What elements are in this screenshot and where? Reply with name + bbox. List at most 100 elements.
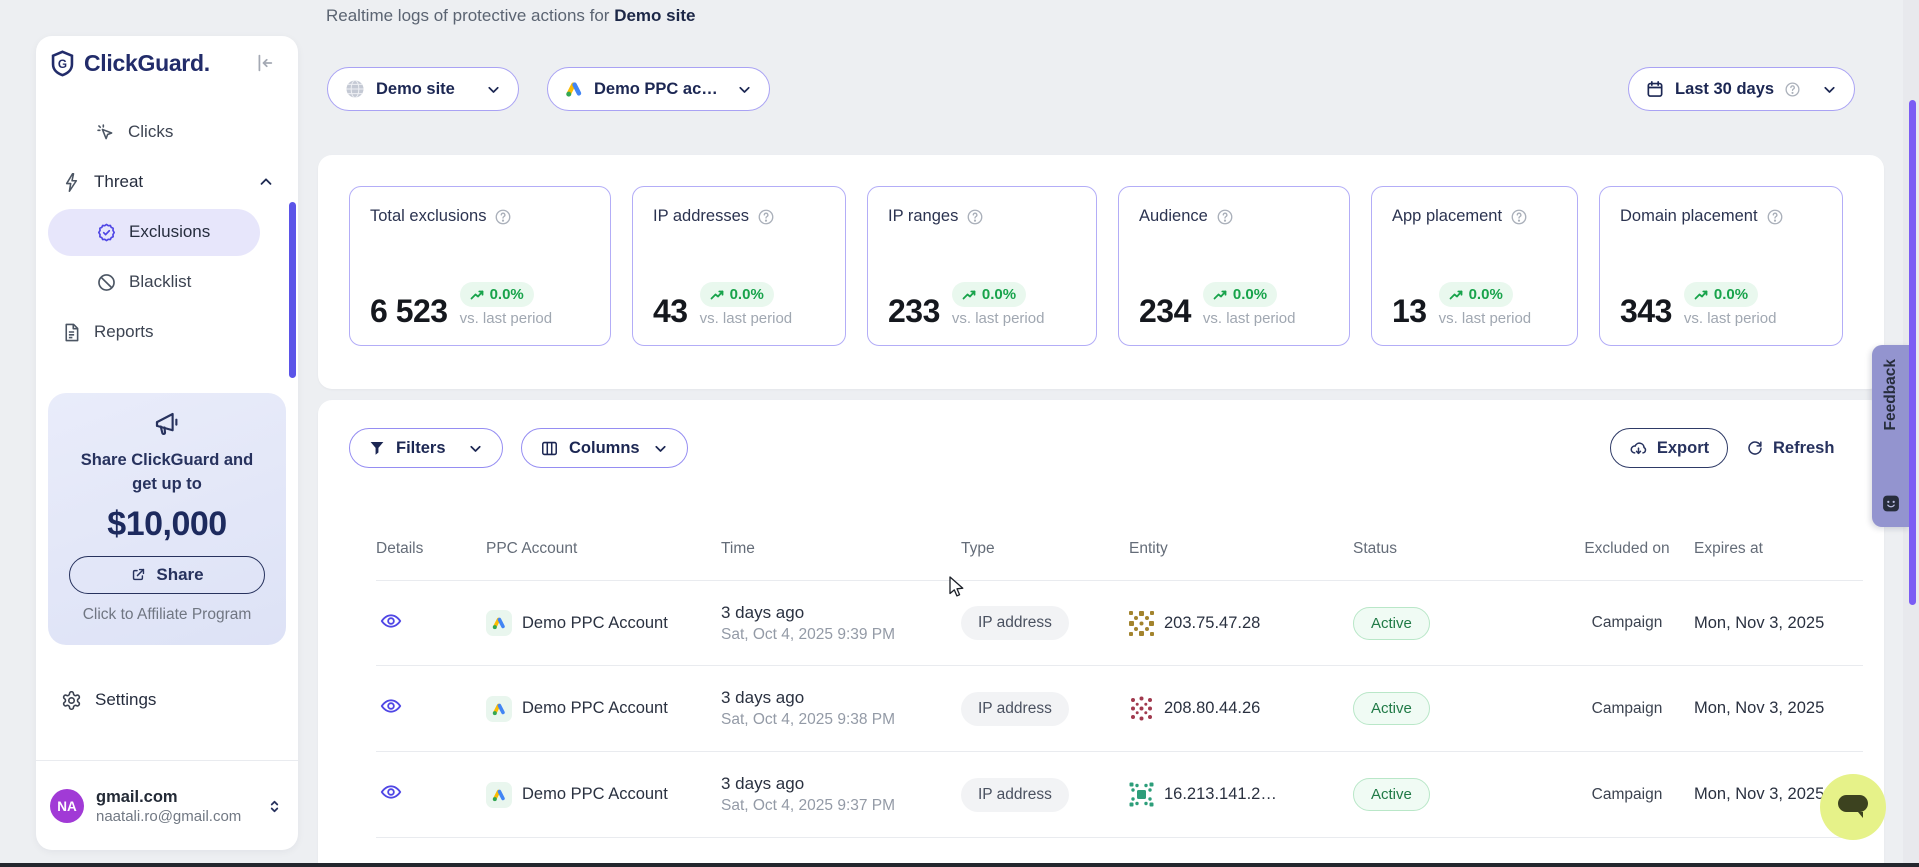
date-range-value: Last 30 days [1675, 80, 1774, 99]
column-header-time: Time [721, 539, 961, 560]
export-button[interactable]: Export [1610, 428, 1728, 468]
type-badge: IP address [961, 606, 1069, 640]
entity-value: 208.80.44.26 [1164, 699, 1260, 718]
calendar-icon [1645, 79, 1665, 99]
entity-identicon [1129, 696, 1154, 721]
stat-value: 43 [653, 295, 688, 327]
stat-delta: 0.0% [1714, 286, 1748, 303]
page-scrollbar-thumb[interactable] [1909, 100, 1916, 605]
stat-label: IP addresses [653, 207, 749, 226]
time-relative: 3 days ago [721, 603, 961, 623]
feedback-tab[interactable]: Feedback [1872, 345, 1910, 527]
chevron-down-icon [736, 81, 753, 98]
stat-label: IP ranges [888, 207, 958, 226]
export-button-label: Export [1657, 439, 1709, 458]
trend-up-icon [962, 288, 977, 301]
funnel-icon [368, 439, 386, 457]
chat-widget-button[interactable] [1820, 774, 1886, 840]
trend-up-icon [1449, 288, 1464, 301]
avatar: NA [50, 789, 84, 823]
help-icon [1216, 208, 1234, 226]
sidebar-scrollbar[interactable] [289, 202, 296, 378]
stats-panel: Total exclusions 6 523 0.0% vs. last per… [318, 155, 1884, 389]
date-range-selector[interactable]: Last 30 days [1628, 67, 1855, 111]
site-selector[interactable]: Demo site [327, 67, 519, 111]
sidebar-item-settings[interactable]: Settings [61, 680, 156, 720]
columns-button[interactable]: Columns [521, 428, 688, 468]
stat-value: 234 [1139, 295, 1191, 327]
sidebar-item-threat[interactable]: Threat [61, 162, 275, 202]
columns-button-label: Columns [569, 439, 640, 458]
filters-button[interactable]: Filters [349, 428, 503, 468]
sidebar-item-clicks[interactable]: Clicks [95, 112, 173, 152]
view-details-eye-icon[interactable] [380, 695, 402, 717]
stat-card-domain-placement: Domain placement 343 0.0% vs. last perio… [1599, 186, 1843, 346]
stat-value: 343 [1620, 295, 1672, 327]
sidebar-collapse-icon[interactable] [253, 52, 275, 74]
refresh-button-label: Refresh [1773, 439, 1834, 458]
table-row[interactable]: Demo PPC Account 3 days ago Sat, Oct 4, 2… [376, 666, 1863, 752]
globe-icon [344, 78, 366, 100]
sidebar-item-label: Exclusions [129, 222, 210, 242]
stat-card-ip-addresses: IP addresses 43 0.0% vs. last period [632, 186, 846, 346]
help-icon [1784, 81, 1801, 98]
window-bottom-edge [0, 863, 1919, 867]
document-icon [61, 322, 82, 343]
promo-title: Share ClickGuard and get up to [72, 449, 262, 497]
sidebar-item-label: Blacklist [129, 272, 191, 292]
exclusions-table-panel: Filters Columns Export Refresh [318, 400, 1884, 867]
google-ads-icon [486, 696, 512, 722]
affiliate-promo-card[interactable]: Share ClickGuard and get up to $10,000 S… [48, 393, 286, 645]
sidebar-item-blacklist[interactable]: Blacklist [96, 262, 191, 302]
stat-delta: 0.0% [730, 286, 764, 303]
stat-delta: 0.0% [490, 286, 524, 303]
user-account-menu[interactable]: NA gmail.com naatali.ro@gmail.com [50, 784, 284, 828]
table-row[interactable]: Demo PPC Account 3 days agoSat, Oct 4, 2… [376, 580, 1863, 666]
view-details-eye-icon[interactable] [380, 781, 402, 803]
entity-identicon [1129, 611, 1154, 636]
time-exact: Sat, Oct 4, 2025 9:39 PM [721, 626, 961, 644]
excluded-on-value: Campaign [1560, 700, 1694, 718]
table-row[interactable]: Demo PPC Account 3 days agoSat, Oct 4, 2… [376, 752, 1863, 838]
time-exact: Sat, Oct 4, 2025 9:37 PM [721, 797, 961, 815]
trend-up-icon [710, 288, 725, 301]
expires-at-value: Mon, Nov 3, 2025 [1694, 699, 1863, 718]
ppc-account-selector[interactable]: Demo PPC ac… [547, 67, 770, 111]
stat-value: 233 [888, 295, 940, 327]
time-exact: Sat, Oct 4, 2025 9:38 PM [721, 711, 961, 729]
svg-text:G: G [58, 57, 67, 71]
stat-caption: vs. last period [1203, 310, 1296, 327]
unfold-chevrons-icon [265, 797, 284, 816]
lightning-icon [61, 172, 82, 193]
sidebar-item-exclusions[interactable]: Exclusions [48, 209, 260, 256]
sidebar-item-reports[interactable]: Reports [61, 312, 154, 352]
share-button[interactable]: Share [69, 556, 265, 594]
ppc-account-name: Demo PPC Account [522, 699, 668, 718]
feedback-smiley-icon [1882, 494, 1901, 513]
trend-up-icon [1694, 288, 1709, 301]
ppc-account-name: Demo PPC Account [522, 785, 668, 804]
brand-name: ClickGuard. [84, 50, 210, 77]
megaphone-icon [152, 409, 182, 439]
cursor-click-icon [95, 122, 116, 143]
column-header-ppc-account: PPC Account [486, 539, 721, 560]
refresh-button[interactable]: Refresh [1746, 428, 1834, 468]
column-header-expires-at: Expires at [1694, 539, 1863, 560]
help-icon [966, 208, 984, 226]
view-details-eye-icon[interactable] [380, 610, 402, 632]
table-header-row: Details PPC Account Time Type Entity Sta… [376, 520, 1863, 578]
entity-identicon [1129, 782, 1154, 807]
sidebar-item-label: Settings [95, 690, 156, 710]
refresh-icon [1746, 439, 1764, 457]
sidebar: G ClickGuard. Clicks Threat [36, 36, 298, 850]
chevron-down-icon [1821, 81, 1838, 98]
promo-amount: $10,000 [107, 505, 226, 544]
external-link-icon [130, 566, 147, 583]
subtitle-site-name: Demo site [614, 6, 695, 25]
gear-icon [61, 690, 82, 711]
sidebar-item-label: Reports [94, 322, 154, 342]
type-badge: IP address [961, 778, 1069, 812]
stat-card-app-placement: App placement 13 0.0% vs. last period [1371, 186, 1578, 346]
stat-caption: vs. last period [1439, 310, 1532, 327]
time-relative: 3 days ago [721, 688, 961, 708]
